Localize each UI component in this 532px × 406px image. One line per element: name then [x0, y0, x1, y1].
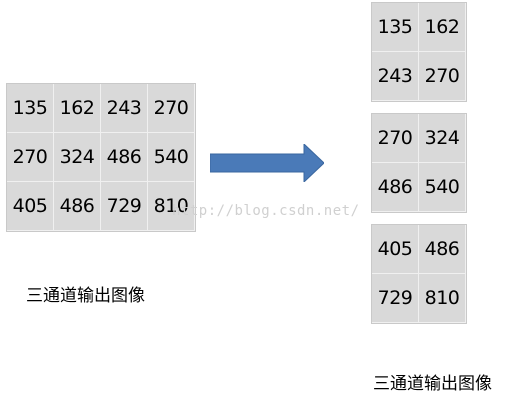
output-cell: 135 [372, 3, 419, 52]
input-grid: 135 162 243 270 270 324 486 540 405 486 … [6, 83, 196, 232]
output-grid-2: 270 324 486 540 [371, 113, 467, 213]
input-cell: 243 [101, 84, 148, 133]
output-caption: 三通道输出图像 [373, 374, 492, 394]
output-grid-1: 135 162 243 270 [371, 2, 467, 102]
watermark: http://blog.csdn.net/ [172, 203, 360, 219]
input-cell: 405 [7, 182, 54, 231]
output-cell: 486 [372, 163, 419, 212]
input-cell: 486 [54, 182, 101, 231]
output-cell: 270 [419, 52, 466, 101]
input-cell: 270 [7, 133, 54, 182]
output-cell: 162 [419, 3, 466, 52]
output-cell: 729 [372, 274, 419, 323]
output-cell: 270 [372, 114, 419, 163]
output-cell: 486 [419, 225, 466, 274]
output-cell: 540 [419, 163, 466, 212]
output-cell: 243 [372, 52, 419, 101]
output-cell: 810 [419, 274, 466, 323]
input-cell: 135 [7, 84, 54, 133]
input-cell: 162 [54, 84, 101, 133]
input-caption: 三通道输出图像 [26, 286, 145, 306]
right-arrow-icon [210, 144, 324, 182]
input-cell: 486 [101, 133, 148, 182]
output-cell: 405 [372, 225, 419, 274]
input-cell: 270 [148, 84, 195, 133]
output-grid-3: 405 486 729 810 [371, 224, 467, 324]
input-cell: 729 [101, 182, 148, 231]
input-cell: 540 [148, 133, 195, 182]
input-cell: 324 [54, 133, 101, 182]
output-cell: 324 [419, 114, 466, 163]
